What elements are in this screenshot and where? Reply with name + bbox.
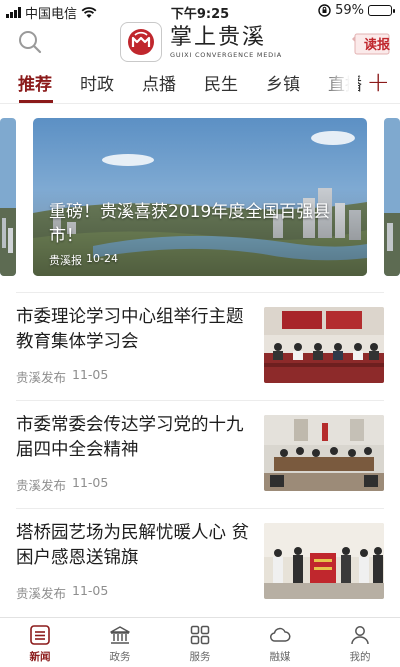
app-header: 掌上贵溪 GUIXI CONVERGENCE MEDIA 读报 xyxy=(0,22,400,62)
tab-towns[interactable]: 乡镇 xyxy=(266,70,300,95)
tab-fade xyxy=(318,66,358,102)
news-source: 贵溪发布 xyxy=(16,478,67,493)
news-thumbnail xyxy=(264,415,384,491)
search-icon[interactable] xyxy=(16,28,44,56)
news-meta: 贵溪发布 11-05 xyxy=(16,583,108,602)
banner-date: 10-24 xyxy=(86,252,118,265)
nav-media[interactable]: 融媒 xyxy=(255,624,305,664)
government-building-icon xyxy=(110,626,130,644)
logo-title: 掌上贵溪 xyxy=(170,25,267,50)
banner-carousel[interactable]: 重磅！贵溪喜获2019年度全国百强县市！ 贵溪报 10-24 xyxy=(0,118,400,278)
list-icon xyxy=(30,625,50,645)
nav-news[interactable]: 新闻 xyxy=(15,624,65,664)
tab-politics[interactable]: 时政 xyxy=(80,70,114,95)
news-title: 市委理论学习中心组举行主题教育集体学习会 xyxy=(16,307,244,352)
add-tab-icon[interactable]: + xyxy=(367,68,390,96)
nav-label: 我的 xyxy=(349,651,371,663)
news-thumbnail xyxy=(264,307,384,383)
news-source: 贵溪发布 xyxy=(16,586,67,601)
nav-label: 新闻 xyxy=(29,651,51,663)
news-meta: 贵溪发布 11-05 xyxy=(16,367,108,386)
news-date: 11-05 xyxy=(72,367,109,382)
battery-percent: 59% xyxy=(335,3,364,18)
cloud-icon xyxy=(270,627,291,642)
news-item[interactable]: 市委理论学习中心组举行主题教育集体学习会 贵溪发布 11-05 xyxy=(16,292,384,392)
status-bar: 中国电信 下午9:25 59% xyxy=(0,0,400,22)
tab-recommend[interactable]: 推荐 xyxy=(18,70,52,95)
banner-source: 贵溪报 xyxy=(49,254,82,267)
prev-banner-card[interactable] xyxy=(0,118,16,276)
tab-vod[interactable]: 点播 xyxy=(142,70,176,95)
tab-livelihood[interactable]: 民生 xyxy=(204,70,238,95)
nav-label: 融媒 xyxy=(269,651,291,663)
logo-subtitle: GUIXI CONVERGENCE MEDIA xyxy=(170,51,282,59)
news-date: 11-05 xyxy=(72,475,109,490)
orientation-lock-icon xyxy=(318,4,331,17)
nav-government[interactable]: 政务 xyxy=(95,624,145,664)
news-title: 塔桥园艺场为民解忧暖人心 贫困户感恩送锦旗 xyxy=(16,523,250,568)
bottom-nav: 新闻 政务 服务 融媒 我的 xyxy=(0,617,400,667)
battery-icon xyxy=(368,5,395,16)
news-source: 贵溪发布 xyxy=(16,370,67,385)
news-thumbnail xyxy=(264,523,384,599)
banner-meta: 贵溪报 10-24 xyxy=(49,252,118,268)
news-item[interactable]: 市委常委会传达学习党的十九届四中全会精神 贵溪发布 11-05 xyxy=(16,400,384,500)
person-icon xyxy=(351,626,369,645)
news-item[interactable]: 塔桥园艺场为民解忧暖人心 贫困户感恩送锦旗 贵溪发布 11-05 xyxy=(16,508,384,608)
nav-mine[interactable]: 我的 xyxy=(335,624,385,664)
active-tab-indicator xyxy=(19,100,53,103)
nav-label: 服务 xyxy=(189,651,211,663)
news-meta: 贵溪发布 11-05 xyxy=(16,475,108,494)
category-tabs: 推荐 时政 点播 民生 乡镇 直播 + xyxy=(0,66,400,104)
nav-label: 政务 xyxy=(109,651,131,663)
next-banner-card[interactable] xyxy=(384,118,400,276)
news-title: 市委常委会传达学习党的十九届四中全会精神 xyxy=(16,415,244,460)
app-logo: 掌上贵溪 GUIXI CONVERGENCE MEDIA xyxy=(120,22,282,62)
news-date: 11-05 xyxy=(72,583,109,598)
banner-title: 重磅！贵溪喜获2019年度全国百强县市！ xyxy=(49,202,331,246)
grid-icon xyxy=(190,625,210,645)
banner-card[interactable]: 重磅！贵溪喜获2019年度全国百强县市！ 贵溪报 10-24 xyxy=(33,118,367,276)
read-paper-button[interactable]: 读报 xyxy=(364,34,390,53)
nav-services[interactable]: 服务 xyxy=(175,624,225,664)
logo-mark-icon xyxy=(120,22,162,62)
status-right: 59% xyxy=(318,3,395,18)
